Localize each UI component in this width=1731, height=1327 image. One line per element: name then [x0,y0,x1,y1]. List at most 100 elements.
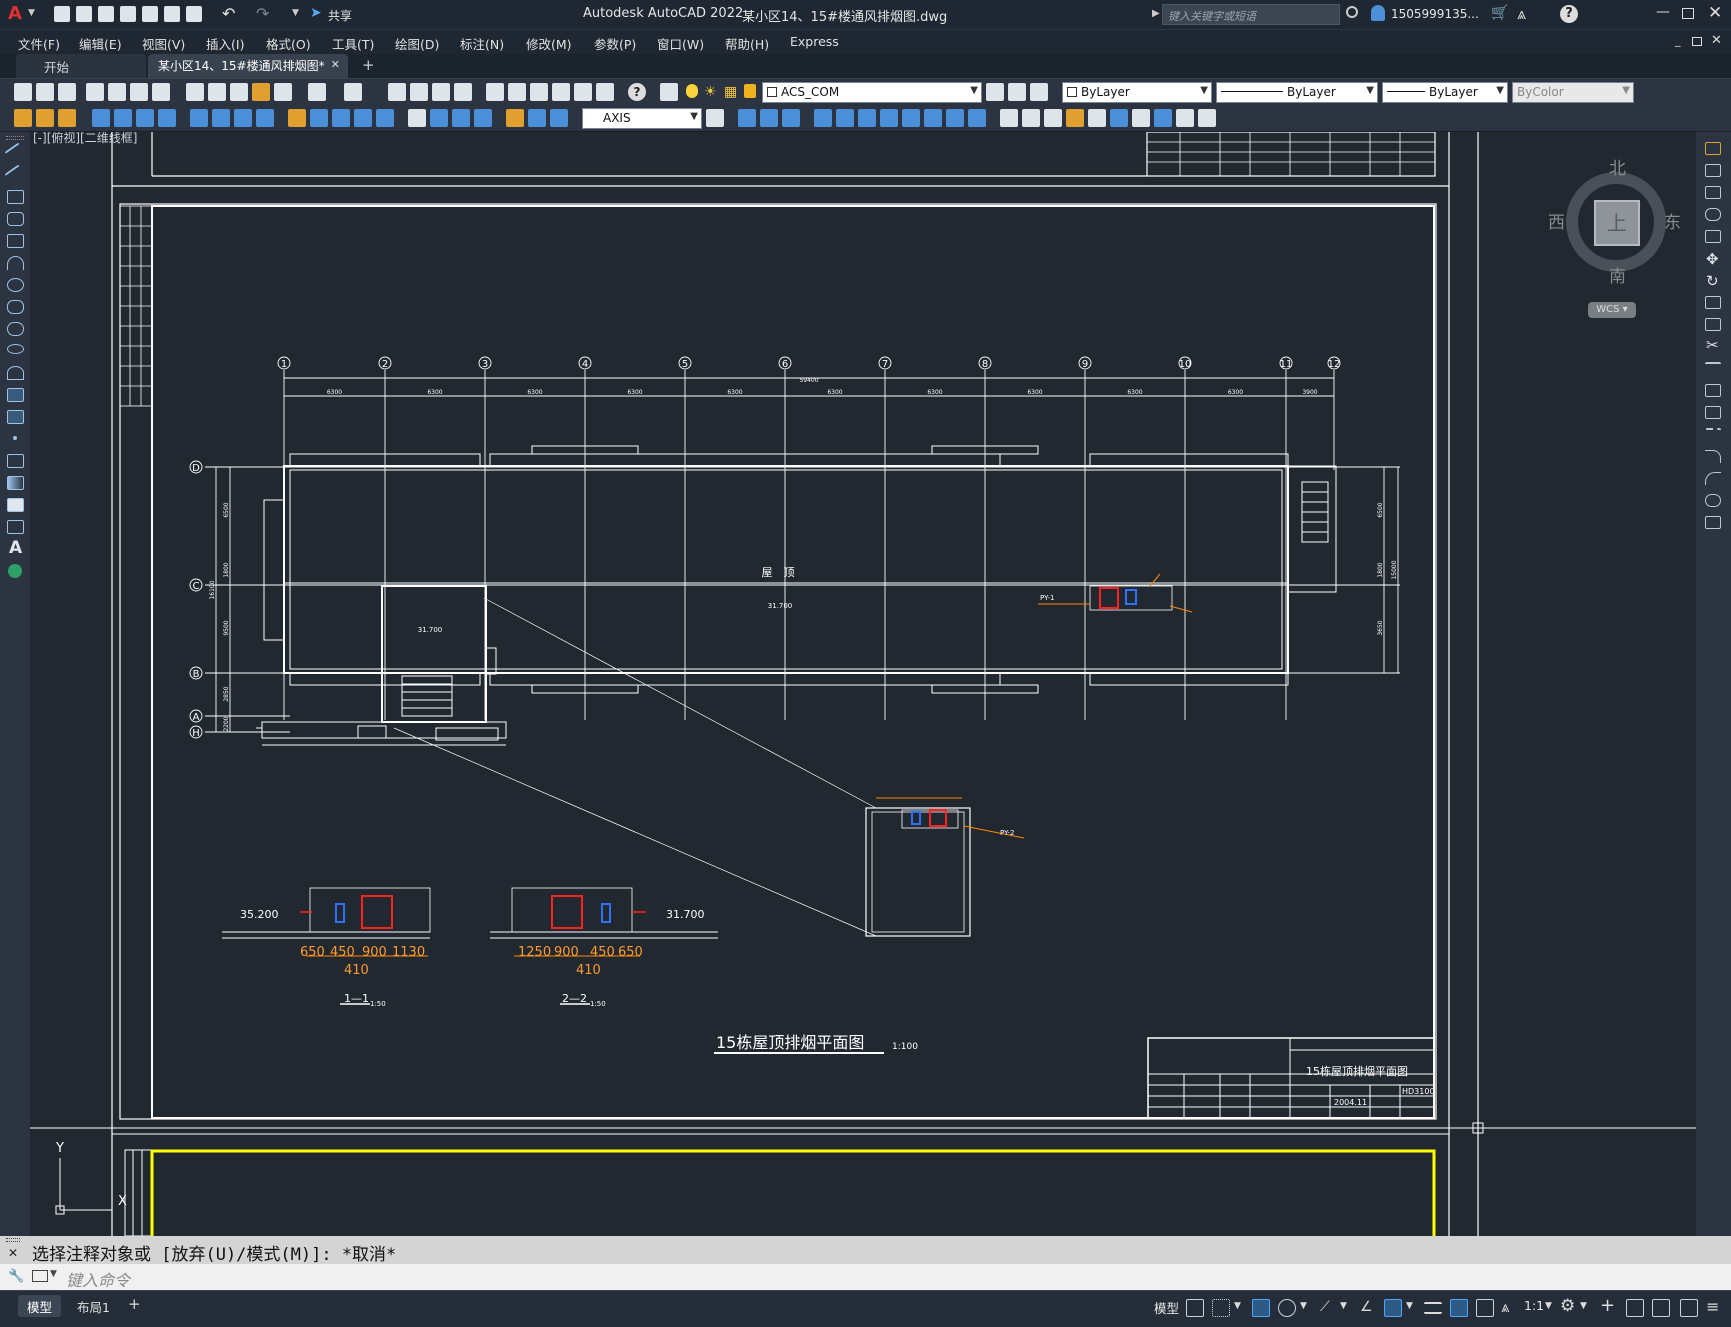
isodraft-icon[interactable]: ⟋ [1318,1299,1336,1317]
offset-faces-icon[interactable] [858,109,876,127]
osnap-dropdown-icon[interactable]: ▼ [1406,1301,1413,1311]
linetype-select[interactable]: ByLayer ▼ [1216,82,1378,103]
layer-previous-icon[interactable] [1008,83,1026,101]
compass-south[interactable]: 南 [1609,262,1626,287]
spline-icon[interactable] [7,322,24,336]
annotation-monitor-icon[interactable]: + [1600,1295,1615,1316]
solid-union-icon[interactable] [738,109,756,127]
dim-ordinate-icon[interactable] [158,109,176,127]
erase-icon[interactable] [1705,142,1721,155]
table-icon[interactable] [7,520,24,534]
tb-open-icon[interactable] [36,83,54,101]
dim-aligned-icon[interactable] [114,109,132,127]
tb-regen-icon[interactable] [36,109,54,127]
rotate-faces-icon[interactable] [902,109,920,127]
dimstyle-manager-icon[interactable] [706,109,724,127]
compass-north[interactable]: 北 [1609,154,1626,179]
dim-quick-icon[interactable] [288,109,306,127]
join-icon[interactable] [1705,428,1721,441]
command-recent-icon[interactable] [32,1270,48,1282]
scale-dropdown-icon[interactable]: ▼ [1545,1301,1552,1311]
new-file-icon[interactable] [54,6,70,22]
rectangle-icon[interactable] [7,234,24,248]
wcs-menu[interactable]: WCS ▾ [1588,302,1636,318]
imprint-icon[interactable] [1000,109,1018,127]
ucs-prev-icon[interactable] [1154,109,1172,127]
layer-on-icon[interactable] [686,84,698,98]
copy-faces-icon[interactable] [946,109,964,127]
search-arrow-icon[interactable]: ▶ [1152,8,1160,19]
tb-cut-icon[interactable] [186,83,204,101]
ucs-icon[interactable] [1110,109,1128,127]
menu-dimension[interactable]: 标注(N) [460,34,504,53]
tb-regenall-icon[interactable] [58,109,76,127]
doc-restore-button[interactable] [1692,37,1702,46]
menu-help[interactable]: 帮助(H) [725,34,769,53]
construction-line-icon[interactable] [4,164,27,186]
blend-icon[interactable] [1705,494,1721,507]
layer-manager-icon[interactable] [660,83,678,101]
break-at-point-icon[interactable] [1705,384,1721,397]
otrack-icon[interactable]: ∠ [1358,1299,1376,1317]
viewcube-face[interactable]: 上 [1594,200,1640,246]
annotation-scale[interactable]: 1:1 [1524,1298,1544,1320]
tb-publish-icon[interactable] [130,83,148,101]
insert-block-icon[interactable] [7,388,24,402]
dim-update-icon[interactable] [550,109,568,127]
transparency-icon[interactable] [1450,1299,1468,1317]
chamfer-icon[interactable] [1705,450,1721,463]
doc-close-button[interactable]: ✕ [1711,33,1722,48]
rotate-icon[interactable]: ↻ [1706,272,1719,290]
mtext-icon[interactable]: A [9,538,22,558]
tb-save-icon[interactable] [58,83,76,101]
model-space-button[interactable]: 模型 [1154,1298,1179,1320]
share-icon[interactable]: ➤ [310,5,322,21]
layer-lock-icon[interactable] [744,84,756,98]
menu-draw[interactable]: 绘图(D) [395,34,439,53]
tb-designcenter-icon[interactable] [508,83,526,101]
dim-arc-icon[interactable] [136,109,154,127]
separate-icon[interactable] [1044,109,1062,127]
ellipse-icon[interactable] [7,344,24,354]
line-icon[interactable] [4,142,27,164]
viewcube[interactable]: 上 北 南 西 东 [1548,154,1681,287]
inspect-icon[interactable] [452,109,470,127]
check-icon[interactable] [1088,109,1106,127]
ellipse-arc-icon[interactable] [7,366,24,380]
qat-dropdown-icon[interactable]: ▼ [292,8,299,18]
layout-tab-model[interactable]: 模型 [18,1295,62,1317]
menu-tools[interactable]: 工具(T) [332,34,374,53]
polar-dropdown-icon[interactable]: ▼ [1300,1301,1307,1311]
menu-edit[interactable]: 编辑(E) [79,34,122,53]
tb-sheetset-icon[interactable] [552,83,570,101]
tb-zoom-prev-icon[interactable] [454,83,472,101]
tb-copy-icon[interactable] [208,83,226,101]
color-faces-icon[interactable] [968,109,986,127]
tb-preview-icon[interactable] [108,83,126,101]
new-tab-icon[interactable]: + [362,56,375,74]
tab-start[interactable]: 开始 [16,54,146,78]
make-block-icon[interactable] [7,410,24,424]
make-current-layer-icon[interactable] [986,83,1004,101]
dimstyle-select[interactable]: AXIS ▼ [582,108,702,129]
region-icon[interactable] [7,498,24,512]
menu-modify[interactable]: 修改(M) [526,34,572,53]
dim-space-icon[interactable] [354,109,372,127]
tab-close-icon[interactable]: ✕ [331,58,340,71]
ucs-world-icon[interactable] [1132,109,1150,127]
snap-icon[interactable] [1212,1299,1230,1317]
mirror-icon[interactable] [1705,186,1721,199]
quick-properties-icon[interactable] [1652,1299,1670,1317]
menu-format[interactable]: 格式(O) [266,34,311,53]
save-icon[interactable] [98,6,114,22]
ortho-icon[interactable] [1252,1299,1270,1317]
tab-document[interactable]: 某小区14、15#楼通风排烟图* ✕ [148,54,348,78]
extend-icon[interactable] [1705,362,1721,375]
selection-cycling-icon[interactable] [1476,1299,1494,1317]
compass-west[interactable]: 西 [1548,208,1565,233]
taper-faces-icon[interactable] [924,109,942,127]
drawing-canvas[interactable]: [-][俯视][二维线框] 1 2 3 4 5 6 7 8 9 10 11 12… [30,132,1696,1236]
tb-pan-icon[interactable] [388,83,406,101]
dim-text-edit-icon[interactable] [528,109,546,127]
hatch-icon[interactable] [7,454,24,468]
